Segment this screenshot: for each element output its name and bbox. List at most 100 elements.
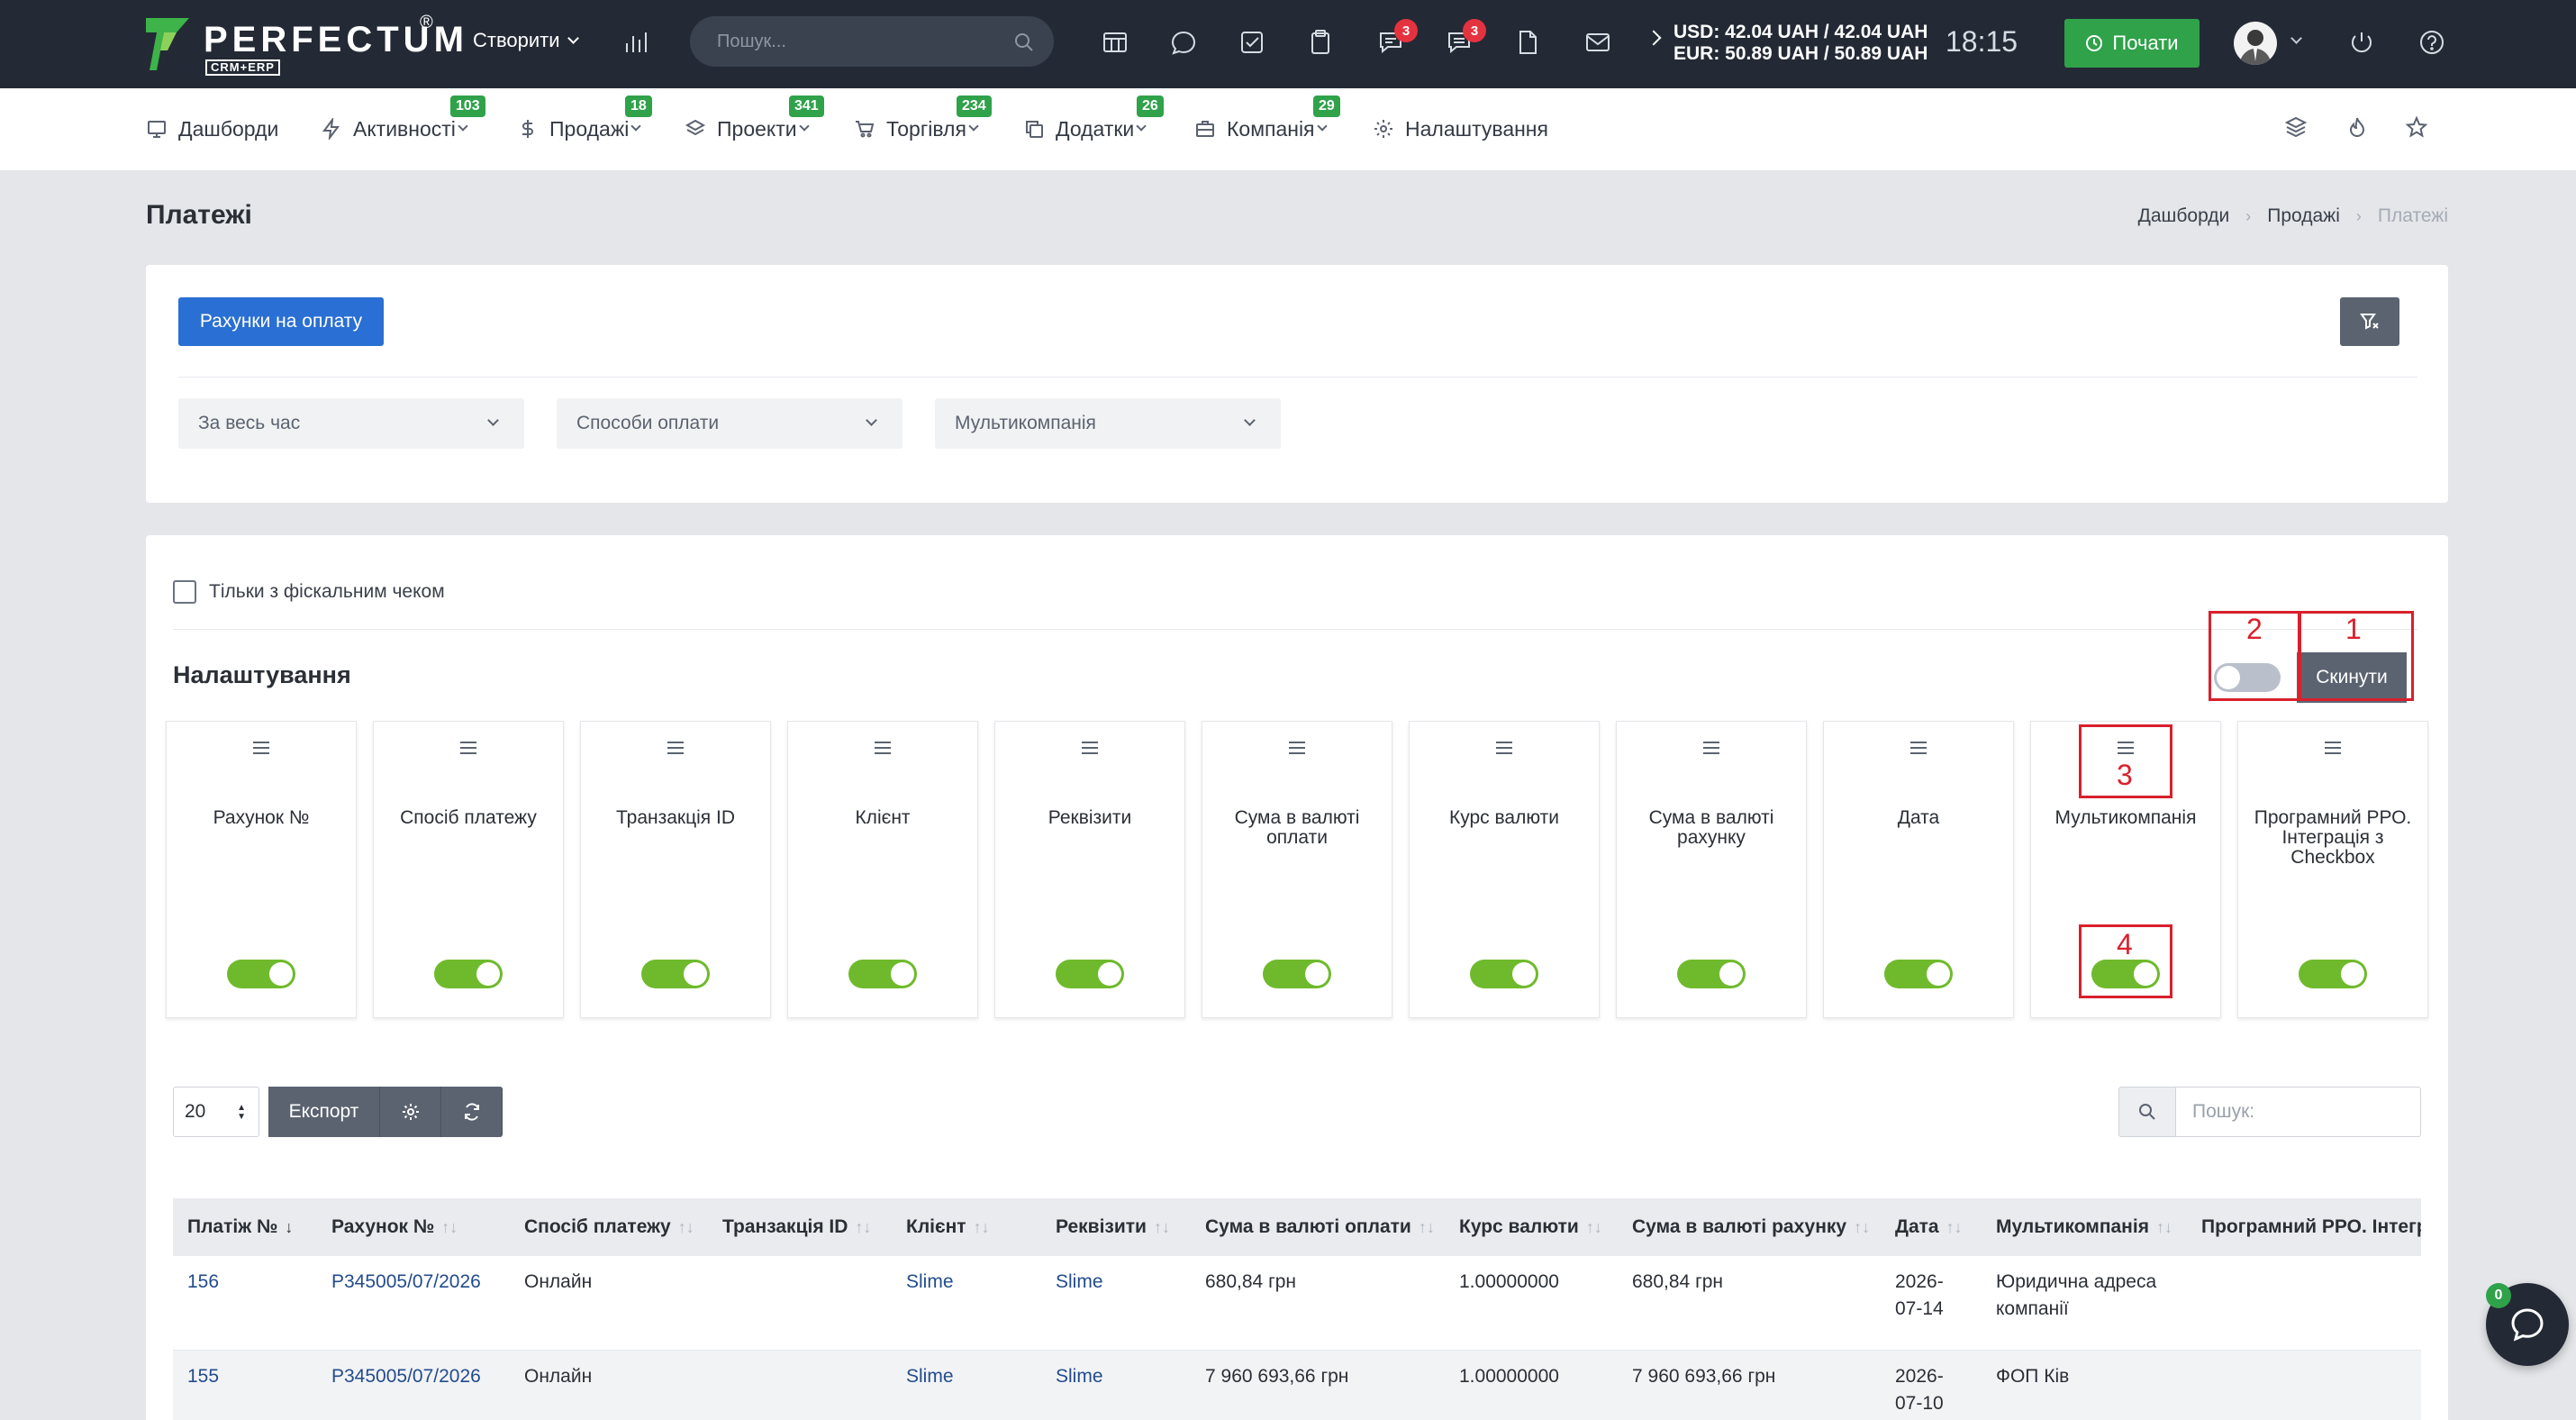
payment-methods-select[interactable]: Способи оплати — [557, 398, 903, 449]
lightning-icon — [322, 118, 340, 140]
column-card[interactable]: Сума в валюті оплати — [1202, 721, 1392, 1018]
nav-item-dashboards[interactable]: Дашборди — [146, 114, 278, 144]
column-visibility-toggle[interactable] — [1263, 960, 1331, 988]
nav-item-sales[interactable]: Продажі 18 — [517, 96, 652, 144]
column-header[interactable]: Клієнт ↑↓ — [892, 1198, 1041, 1256]
multicompany-select[interactable]: Мультикомпанія — [935, 398, 1281, 449]
column-card[interactable]: Транзакція ID — [580, 721, 771, 1018]
column-header[interactable]: Програмний РРО. Інтеграція з Checkbox — [2187, 1198, 2421, 1256]
invoice-number-link[interactable]: Р345005/07/2026 — [317, 1350, 510, 1420]
column-header[interactable]: Мультикомпанія ↑↓ — [1982, 1198, 2187, 1256]
column-card[interactable]: Курс валюти — [1409, 721, 1600, 1018]
table-row[interactable]: 156 Р345005/07/2026 Онлайн Slime Slime 6… — [173, 1256, 2421, 1351]
column-card[interactable]: Клієнт — [787, 721, 978, 1018]
nav-item-company[interactable]: Компанія 29 — [1194, 96, 1340, 144]
messages-icon[interactable]: 3 — [1373, 19, 1418, 60]
column-header[interactable]: Спосіб платежу ↑↓ — [510, 1198, 708, 1256]
clipboard-icon[interactable] — [1302, 24, 1338, 60]
fiscal-only-filter[interactable]: Тільки з фіскальним чеком — [173, 580, 445, 604]
column-card[interactable]: Дата — [1823, 721, 2014, 1018]
column-visibility-toggle[interactable] — [434, 960, 503, 988]
column-header[interactable]: Курс валюти ↑↓ — [1445, 1198, 1618, 1256]
column-card[interactable]: Реквізити — [994, 721, 1185, 1018]
nav-item-addons[interactable]: Додатки 26 — [1023, 96, 1164, 144]
column-visibility-toggle[interactable] — [1677, 960, 1746, 988]
client-link[interactable]: Slime — [892, 1256, 1041, 1351]
comments-icon[interactable]: 3 — [1441, 19, 1486, 60]
drag-handle-icon[interactable] — [1910, 742, 1927, 758]
nav-item-settings[interactable]: Налаштування — [1373, 114, 1548, 144]
drag-handle-icon[interactable] — [1082, 742, 1098, 758]
table-search[interactable] — [2118, 1087, 2421, 1137]
column-visibility-toggle[interactable] — [1470, 960, 1538, 988]
clear-filters-button[interactable] — [2340, 297, 2399, 346]
invoices-button[interactable]: Рахунки на оплату — [178, 297, 384, 346]
column-visibility-toggle[interactable] — [227, 960, 295, 988]
breadcrumb-item[interactable]: Продажі — [2267, 205, 2340, 227]
column-header[interactable]: Транзакція ID ↑↓ — [708, 1198, 892, 1256]
chevron-right-icon[interactable] — [1646, 30, 1662, 46]
chat-bubble-icon[interactable] — [1166, 24, 1202, 60]
global-search[interactable] — [690, 16, 1054, 67]
column-card[interactable]: Програмний РРО. Інтеграція з Checkbox — [2237, 721, 2428, 1018]
drag-handle-icon[interactable] — [1703, 742, 1719, 758]
avatar[interactable] — [2234, 22, 2277, 65]
details-link[interactable]: Slime — [1041, 1256, 1191, 1351]
invoice-number-link[interactable]: Р345005/07/2026 — [317, 1256, 510, 1351]
layers-icon[interactable] — [2284, 115, 2311, 142]
column-header[interactable]: Дата ↑↓ — [1881, 1198, 1982, 1256]
column-visibility-toggle[interactable] — [641, 960, 710, 988]
table-search-input[interactable] — [2176, 1087, 2421, 1137]
drag-handle-icon[interactable] — [1289, 742, 1305, 758]
calendar-table-icon[interactable] — [1097, 24, 1133, 60]
nav-item-activities[interactable]: Активності 103 — [321, 96, 485, 144]
column-visibility-toggle[interactable] — [1884, 960, 1953, 988]
drag-handle-icon[interactable] — [460, 742, 476, 758]
drag-handle-icon[interactable] — [1496, 742, 1512, 758]
flame-icon[interactable] — [2345, 115, 2372, 142]
drag-handle-icon[interactable] — [875, 742, 891, 758]
drag-handle-icon[interactable] — [253, 742, 269, 758]
star-icon[interactable] — [2405, 115, 2432, 142]
details-link[interactable]: Slime — [1041, 1350, 1191, 1420]
column-visibility-toggle[interactable] — [848, 960, 917, 988]
help-icon[interactable] — [2414, 24, 2450, 60]
global-search-input[interactable] — [717, 16, 1005, 67]
column-header[interactable]: Сума в валюті рахунку ↑↓ — [1618, 1198, 1881, 1256]
document-icon[interactable] — [1510, 24, 1546, 60]
chevron-down-icon[interactable] — [2290, 32, 2302, 44]
column-header[interactable]: Сума в валюті оплати ↑↓ — [1191, 1198, 1445, 1256]
create-menu[interactable]: Створити — [473, 29, 579, 52]
power-icon[interactable] — [2344, 24, 2380, 60]
payment-number-link[interactable]: 155 — [173, 1350, 317, 1420]
nav-item-trade[interactable]: Торгівля 234 — [854, 96, 992, 144]
export-button[interactable]: Експорт — [268, 1087, 380, 1137]
column-card[interactable]: Спосіб платежу — [373, 721, 564, 1018]
column-card[interactable]: Сума в валюті рахунку — [1616, 721, 1807, 1018]
client-link[interactable]: Slime — [892, 1350, 1041, 1420]
table-settings-button[interactable] — [380, 1087, 441, 1137]
column-card[interactable]: Рахунок № — [166, 721, 357, 1018]
column-visibility-toggle[interactable] — [1056, 960, 1124, 988]
column-header[interactable]: Платіж № ↓ — [173, 1198, 317, 1256]
column-header[interactable]: Реквізити ↑↓ — [1041, 1198, 1191, 1256]
start-timer-button[interactable]: Почати — [2064, 19, 2200, 68]
task-check-icon[interactable] — [1234, 24, 1270, 60]
sort-icon: ↑↓ — [855, 1218, 872, 1236]
stats-icon[interactable] — [618, 24, 654, 60]
table-row[interactable]: 155 Р345005/07/2026 Онлайн Slime Slime 7… — [173, 1350, 2421, 1420]
drag-handle-icon[interactable] — [2325, 742, 2341, 758]
fiscal-only-checkbox[interactable] — [173, 580, 196, 604]
support-chat-button[interactable]: 0 — [2486, 1283, 2569, 1366]
mail-icon[interactable] — [1580, 24, 1616, 60]
column-header[interactable]: Рахунок № ↑↓ — [317, 1198, 510, 1256]
refresh-button[interactable] — [441, 1087, 503, 1137]
column-visibility-toggle[interactable] — [2299, 960, 2367, 988]
drag-handle-icon[interactable] — [667, 742, 684, 758]
payment-number-link[interactable]: 156 — [173, 1256, 317, 1351]
breadcrumb-item[interactable]: Дашборди — [2138, 205, 2230, 227]
perfectum-logo[interactable]: PERFECTUM ® CRM+ERP — [144, 13, 464, 76]
page-size-select[interactable]: 20 ▲ ▼ — [173, 1087, 259, 1137]
period-select[interactable]: За весь час — [178, 398, 524, 449]
nav-item-projects[interactable]: Проекти 341 — [685, 96, 824, 144]
